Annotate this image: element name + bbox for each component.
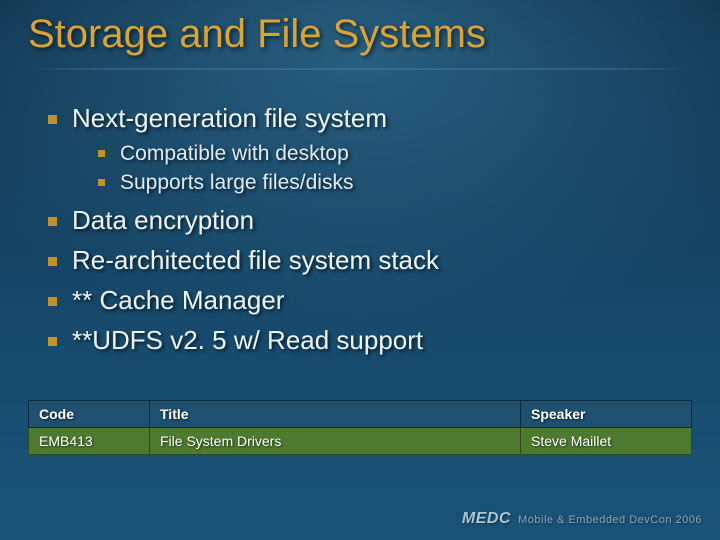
cell-speaker: Steve Maillet <box>521 428 692 455</box>
bullet-text: Data encryption <box>72 205 254 235</box>
footer-sub: Mobile & Embedded DevCon 2006 <box>518 514 702 526</box>
bullet-item: Data encryption <box>48 204 688 238</box>
cell-code: EMB413 <box>29 428 150 455</box>
bullet-text: **UDFS v2. 5 w/ Read support <box>72 325 423 355</box>
cell-title: File System Drivers <box>150 428 521 455</box>
sub-bullet-item: Supports large files/disks <box>98 169 688 196</box>
bullet-text: Re-architected file system stack <box>72 245 439 275</box>
sessions-table: Code Title Speaker EMB413 File System Dr… <box>28 400 692 455</box>
bullet-text: ** Cache Manager <box>72 285 284 315</box>
slide-body: Next-generation file system Compatible w… <box>48 102 688 364</box>
sub-bullet-text: Compatible with desktop <box>120 142 349 165</box>
sub-bullet-text: Supports large files/disks <box>120 171 353 194</box>
slide-title: Storage and File Systems <box>28 12 486 57</box>
sub-bullet-item: Compatible with desktop <box>98 140 688 167</box>
bullet-item: **UDFS v2. 5 w/ Read support <box>48 324 688 358</box>
table-header-row: Code Title Speaker <box>29 401 692 428</box>
bullet-item: Next-generation file system Compatible w… <box>48 102 688 196</box>
table-header-title: Title <box>150 401 521 428</box>
footer-logo: MEDC Mobile & Embedded DevCon 2006 <box>462 510 702 528</box>
sub-bullet-list: Compatible with desktop Supports large f… <box>72 140 688 197</box>
footer-brand: MEDC <box>462 510 511 527</box>
bullet-list: Next-generation file system Compatible w… <box>48 102 688 358</box>
table-header-code: Code <box>29 401 150 428</box>
table-header-speaker: Speaker <box>521 401 692 428</box>
bullet-text: Next-generation file system <box>72 103 387 133</box>
bullet-item: ** Cache Manager <box>48 284 688 318</box>
slide: { "title": "Storage and File Systems", "… <box>0 0 720 540</box>
table-row: EMB413 File System Drivers Steve Maillet <box>29 428 692 455</box>
title-rule <box>28 68 692 70</box>
bullet-item: Re-architected file system stack <box>48 244 688 278</box>
